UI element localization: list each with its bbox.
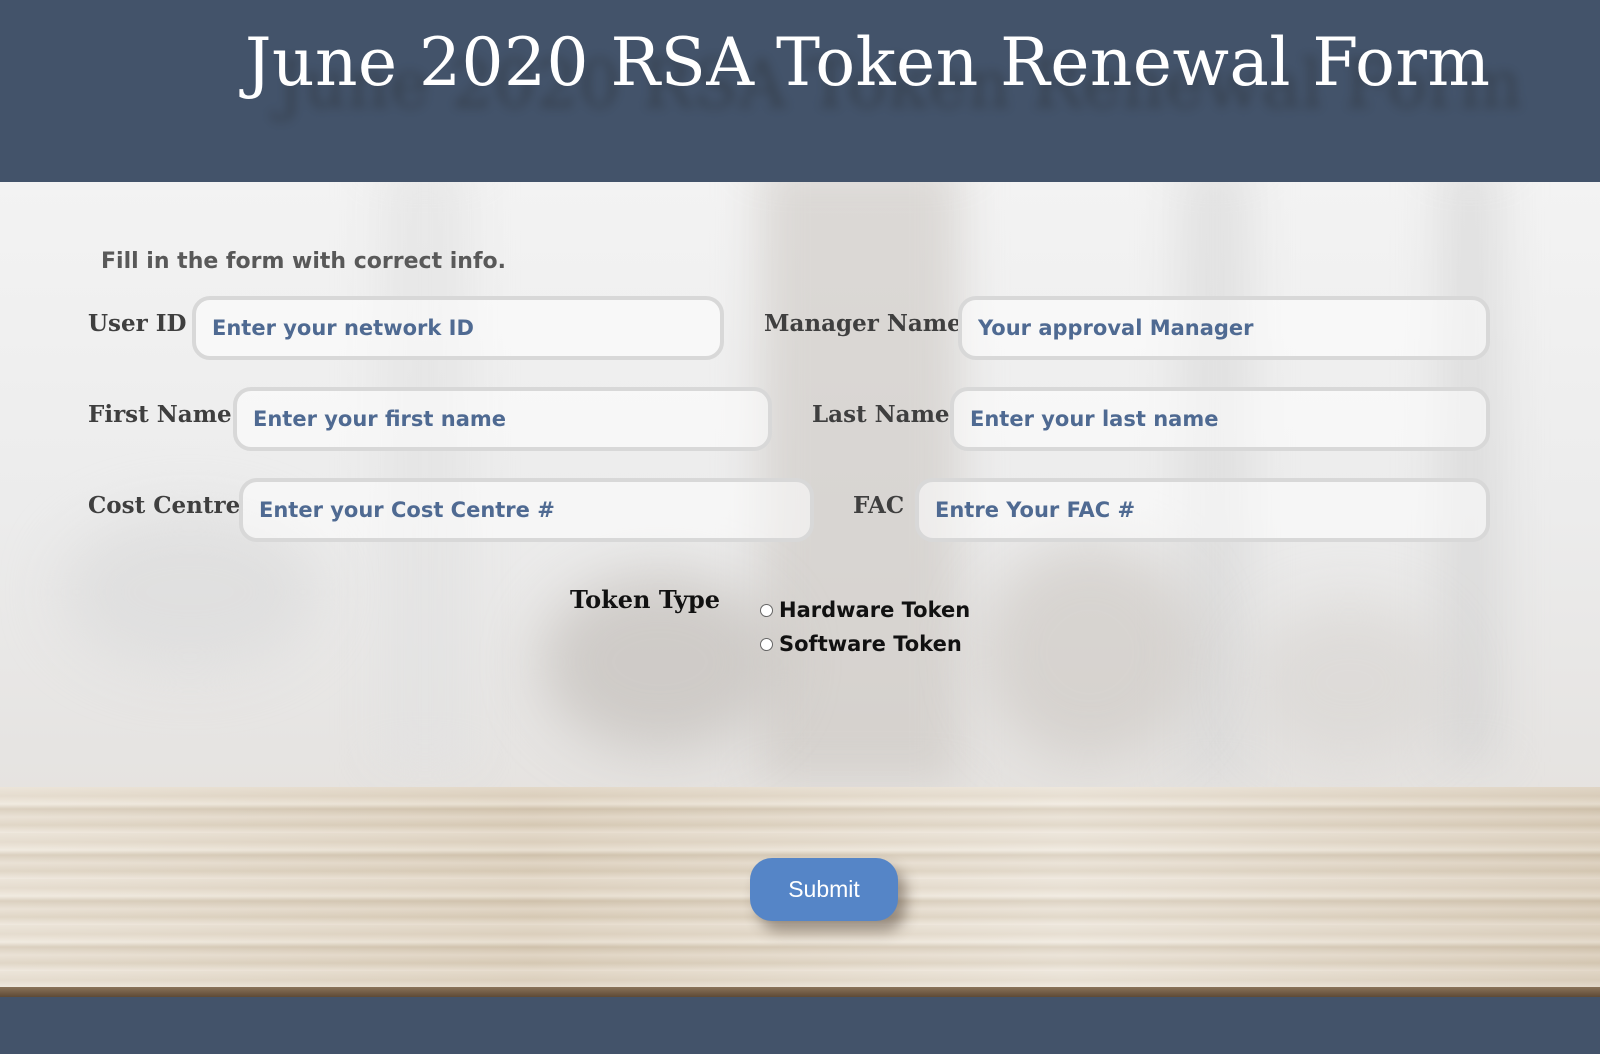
- page-title-wrap: June 2020 RSA Token Renewal Form June 20…: [245, 24, 1522, 123]
- hardware-token-option[interactable]: Hardware Token: [760, 598, 970, 622]
- token-type-label: Token Type: [570, 585, 721, 614]
- submit-button[interactable]: Submit: [750, 858, 898, 921]
- fac-input[interactable]: [915, 478, 1490, 542]
- fac-label: FAC: [853, 492, 905, 519]
- first-name-input[interactable]: [233, 387, 772, 451]
- hardware-token-radio[interactable]: [760, 603, 773, 617]
- user-id-input[interactable]: [192, 296, 724, 360]
- table-edge: [0, 987, 1600, 997]
- software-token-option[interactable]: Software Token: [760, 632, 962, 656]
- page-footer: [0, 997, 1600, 1054]
- form-intro-text: Fill in the form with correct info.: [101, 249, 506, 274]
- cost-centre-label: Cost Centre: [88, 492, 241, 519]
- hardware-token-label: Hardware Token: [779, 598, 971, 622]
- first-name-label: First Name: [88, 401, 232, 428]
- manager-name-label: Manager Name: [764, 310, 962, 337]
- last-name-label: Last Name: [812, 401, 950, 428]
- software-token-radio[interactable]: [760, 637, 773, 651]
- manager-name-input[interactable]: [958, 296, 1490, 360]
- software-token-label: Software Token: [779, 632, 962, 656]
- page-title: June 2020 RSA Token Renewal Form: [245, 24, 1491, 101]
- last-name-input[interactable]: [950, 387, 1490, 451]
- page-header: June 2020 RSA Token Renewal Form June 20…: [0, 0, 1600, 182]
- user-id-label: User ID: [88, 310, 187, 337]
- cost-centre-input[interactable]: [239, 478, 814, 542]
